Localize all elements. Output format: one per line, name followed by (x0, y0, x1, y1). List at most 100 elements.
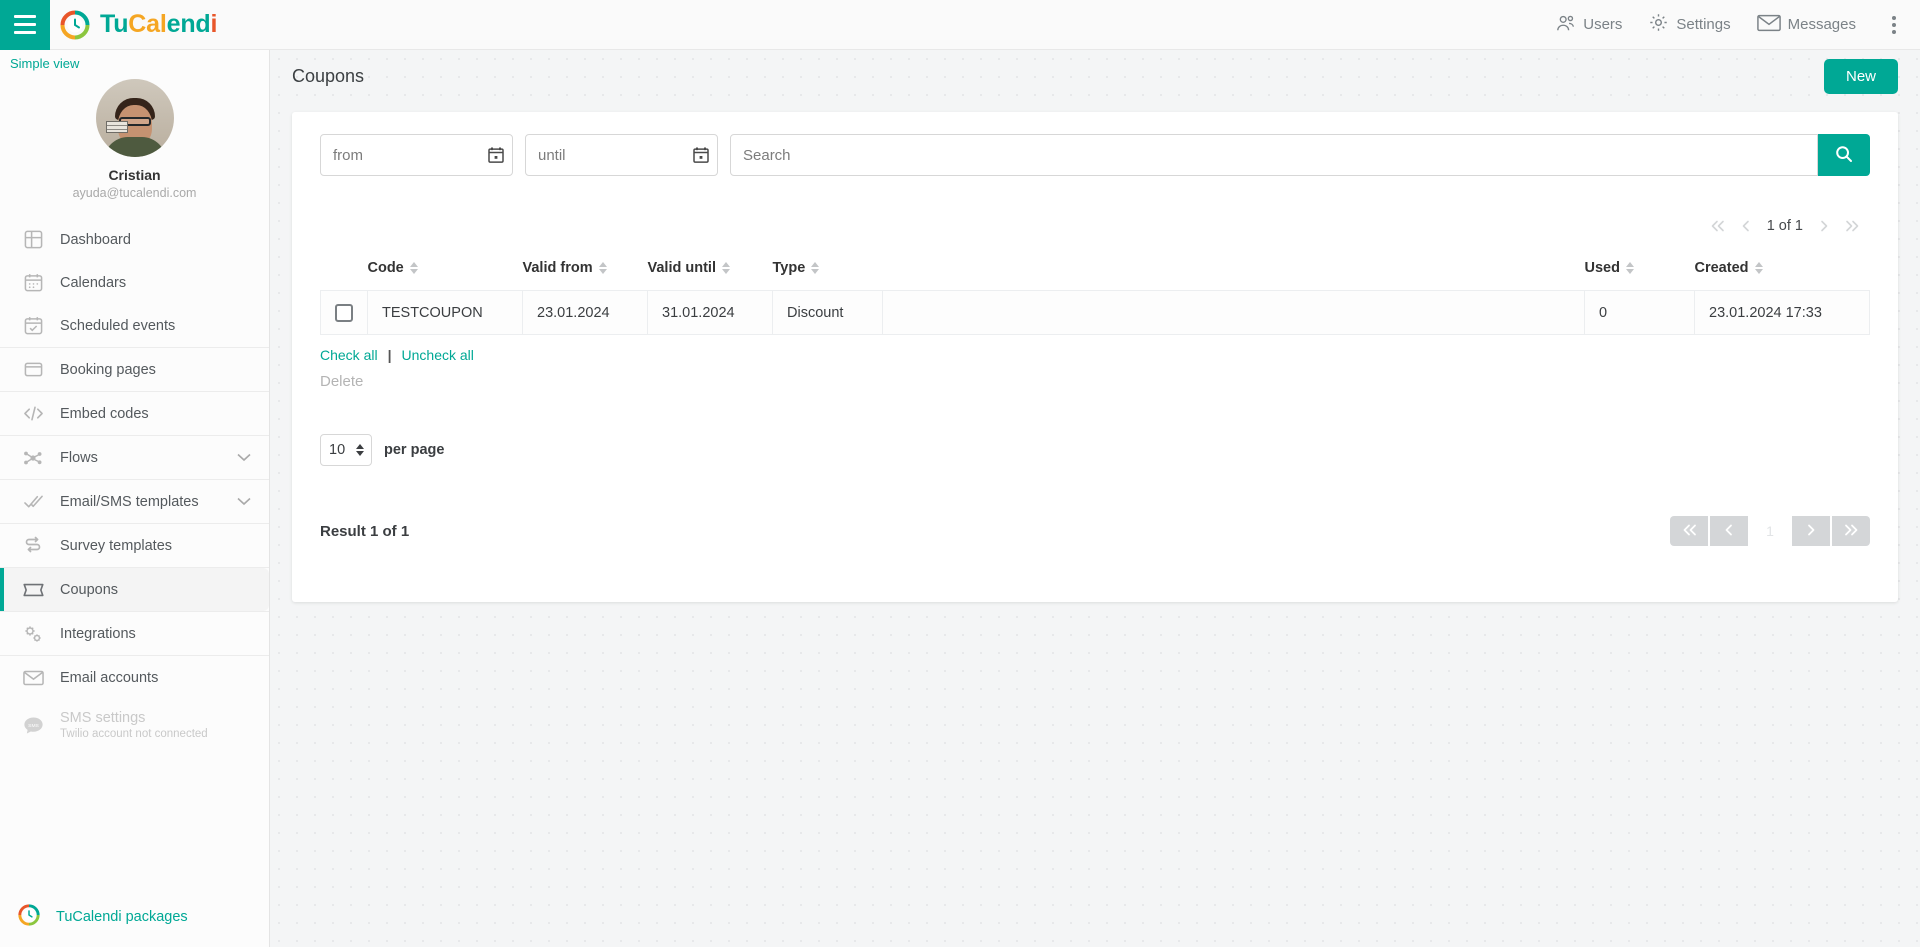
sidebar-item-embed-codes[interactable]: Embed codes (0, 392, 269, 435)
sidebar-item-label: Integrations (60, 625, 136, 642)
avatar[interactable] (95, 79, 174, 157)
th-code-label: Code (367, 260, 404, 276)
cell-valid-from: 23.01.2024 (522, 290, 648, 335)
pagination-bottom-first-button[interactable] (1670, 516, 1708, 546)
uncheck-all-link[interactable]: Uncheck all (402, 347, 474, 363)
th-type[interactable]: Type (773, 252, 883, 291)
calendar-picker-icon[interactable] (693, 147, 709, 164)
tucalendi-logo-icon (60, 10, 90, 40)
sidebar-item-sms-settings[interactable]: SMS SMS settings Twilio account not conn… (0, 699, 269, 751)
users-button[interactable]: Users (1554, 14, 1622, 36)
kebab-dot (1892, 22, 1896, 27)
check-all-link[interactable]: Check all (320, 347, 378, 363)
sort-arrows-icon (409, 262, 418, 274)
sort-arrows-icon (1625, 262, 1634, 274)
pagination-prev-button[interactable] (1741, 220, 1751, 232)
pagination-last-button[interactable] (1845, 220, 1860, 232)
date-from-input[interactable] (321, 135, 512, 175)
coupons-card: 1 of 1 Code (292, 112, 1898, 602)
survey-arrows-icon (22, 535, 44, 557)
per-page-select[interactable]: 10 (320, 434, 372, 466)
sort-code[interactable]: Code (368, 260, 418, 276)
sort-valid-until[interactable]: Valid until (648, 260, 730, 276)
hamburger-line (14, 15, 36, 18)
pagination-page-number[interactable]: 1 (1750, 523, 1790, 539)
links-separator: | (387, 347, 392, 363)
chevron-down-icon[interactable] (237, 450, 251, 466)
profile-name: Cristian (108, 167, 161, 183)
sidebar-item-email-sms-templates[interactable]: Email/SMS templates (0, 480, 269, 523)
cell-type: Discount (772, 290, 883, 335)
pagination-bottom-next-button[interactable] (1792, 516, 1830, 546)
double-check-icon (22, 491, 44, 513)
simple-view-link[interactable]: Simple view (0, 50, 269, 71)
tucalendi-packages-label: TuCalendi packages (56, 909, 188, 925)
flow-nodes-icon (22, 447, 44, 469)
table-body: TESTCOUPON 23.01.2024 31.01.2024 Discoun… (320, 290, 1870, 335)
per-page-value: 10 (329, 442, 346, 458)
nav-group-integrations: Integrations (0, 612, 269, 656)
sidebar-item-integrations[interactable]: Integrations (0, 612, 269, 655)
sort-used[interactable]: Used (1585, 260, 1634, 276)
settings-button[interactable]: Settings (1648, 12, 1731, 37)
sidebar-item-dashboard[interactable]: Dashboard (0, 218, 269, 261)
kebab-dot (1892, 15, 1896, 20)
row-checkbox[interactable] (335, 303, 353, 322)
th-used[interactable]: Used (1585, 252, 1695, 291)
sidebar-item-calendars[interactable]: Calendars (0, 261, 269, 304)
pagination-bottom-prev-button[interactable] (1710, 516, 1748, 546)
calendar-picker-icon[interactable] (488, 147, 504, 164)
messages-button[interactable]: Messages (1756, 14, 1856, 36)
date-until-input[interactable] (526, 135, 717, 175)
th-valid-from-label: Valid from (522, 260, 593, 276)
sidebar-item-survey-templates[interactable]: Survey templates (0, 524, 269, 567)
sidebar-item-coupons[interactable]: Coupons (0, 568, 269, 611)
search-input[interactable] (731, 135, 1817, 175)
chevron-down-icon[interactable] (237, 494, 251, 510)
th-valid-until[interactable]: Valid until (648, 252, 773, 291)
svg-text:SMS: SMS (28, 723, 39, 729)
th-valid-from[interactable]: Valid from (523, 252, 648, 291)
sidebar-item-scheduled-events[interactable]: Scheduled events (0, 304, 269, 347)
pagination-bottom-last-button[interactable] (1832, 516, 1870, 546)
chevron-left-icon (1724, 524, 1734, 539)
sort-type[interactable]: Type (773, 260, 820, 276)
sidebar-item-label: Embed codes (60, 405, 149, 422)
date-from-field[interactable] (320, 134, 513, 176)
date-until-field[interactable] (525, 134, 718, 176)
sidebar-item-booking-pages[interactable]: Booking pages (0, 348, 269, 391)
table-row[interactable]: TESTCOUPON 23.01.2024 31.01.2024 Discoun… (320, 290, 1870, 335)
th-type-label: Type (772, 260, 806, 276)
new-coupon-button[interactable]: New (1823, 58, 1898, 94)
pagination-top: 1 of 1 (320, 218, 1870, 234)
sort-valid-from[interactable]: Valid from (523, 260, 607, 276)
search-button[interactable] (1818, 134, 1870, 176)
brand-logo-link[interactable]: TuCalendi (60, 10, 217, 40)
sms-settings-labels: SMS settings Twilio account not connecte… (60, 710, 208, 741)
sort-arrows-icon (1754, 262, 1763, 274)
sidebar-item-flows[interactable]: Flows (0, 436, 269, 479)
sidebar-item-label: Email accounts (60, 669, 159, 686)
sidebar-item-email-accounts[interactable]: Email accounts (0, 656, 269, 699)
search-field[interactable] (730, 134, 1818, 176)
sidebar-item-label: SMS settings (60, 709, 146, 726)
th-code[interactable]: Code (368, 252, 523, 291)
brand-tu: Tu (100, 10, 129, 38)
hamburger-menu-icon[interactable] (0, 0, 50, 50)
cell-created: 23.01.2024 17:33 (1694, 290, 1870, 335)
sort-arrows-icon (721, 262, 730, 274)
window-icon (22, 359, 44, 381)
cell-valid-until: 31.01.2024 (647, 290, 773, 335)
user-profile: Cristian ayuda@tucalendi.com (0, 71, 269, 200)
row-select-cell[interactable] (320, 290, 368, 335)
sidebar-item-sublabel: Twilio account not connected (60, 727, 208, 740)
tucalendi-packages-link[interactable]: TuCalendi packages (0, 887, 269, 947)
users-icon (1554, 14, 1576, 36)
sort-created[interactable]: Created (1695, 260, 1763, 276)
pagination-next-button[interactable] (1819, 220, 1829, 232)
ticket-icon (22, 579, 44, 601)
pagination-first-button[interactable] (1710, 220, 1725, 232)
delete-button[interactable]: Delete (320, 373, 1870, 390)
kebab-menu-icon[interactable] (1882, 10, 1906, 40)
th-created[interactable]: Created (1695, 252, 1870, 291)
